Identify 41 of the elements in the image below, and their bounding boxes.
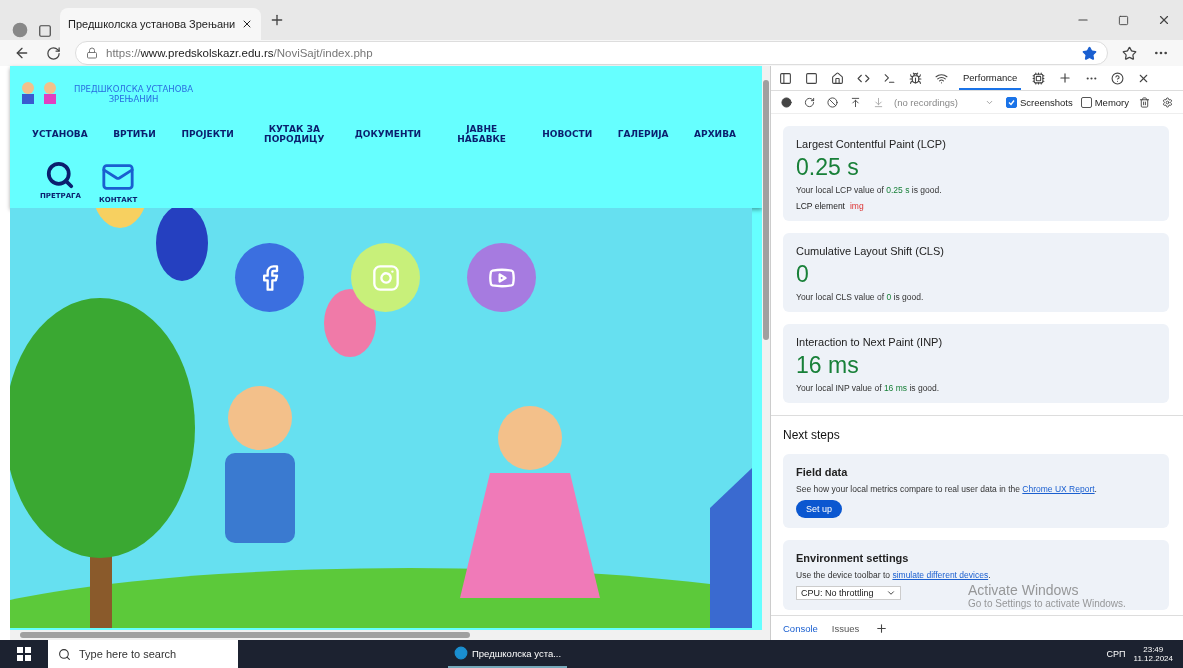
setup-button[interactable]: Set up — [796, 500, 843, 518]
metric-note: Your local INP value of 16 ms is good. — [796, 383, 941, 393]
option-checkbox[interactable]: Screenshots — [1005, 96, 1073, 108]
option-checkbox[interactable]: Memory — [1080, 96, 1129, 108]
element-tag[interactable]: img — [850, 201, 864, 211]
metric-value: 0.25 s — [796, 156, 860, 179]
nav-link[interactable]: ВРТИЋИ — [113, 129, 156, 139]
metric-title: Largest Contentful Paint (LCP) — [796, 138, 947, 150]
element-label: LCP element — [796, 201, 845, 211]
metric-title: Interaction to Next Paint (INP) — [796, 336, 944, 348]
card-title: Environment settings — [796, 552, 910, 564]
card-title: Field data — [796, 466, 849, 478]
site-logo-text[interactable]: ПРЕДШКОЛСКА УСТАНОВА ЗРЕЊАНИН — [74, 84, 194, 104]
metric-note: Your local LCP value of 0.25 s is good. — [796, 185, 943, 195]
card-text: Use the device toolbar to simulate different devices. — [796, 570, 992, 580]
metric-note: Your local CLS value of 0 is good. — [796, 292, 925, 302]
cpu-select[interactable]: CPU: No throttling — [796, 586, 901, 600]
nav-link[interactable]: УСТАНОВА — [32, 129, 88, 139]
tab-title: Предшколска установа Зрењани — [68, 18, 236, 30]
recordings-select[interactable]: (no recordings) — [894, 96, 998, 108]
drawer-tab[interactable]: Issues — [831, 622, 860, 634]
taskbar-search-field[interactable]: Type here to search — [48, 640, 238, 668]
metric-title: Cumulative Layout Shift (CLS) — [796, 245, 945, 257]
section-heading: Next steps — [783, 428, 841, 442]
metric-value: 0 — [796, 263, 810, 286]
nav-link[interactable]: ГАЛЕРИЈА — [617, 129, 669, 139]
metric-value: 16 ms — [796, 354, 860, 377]
clock[interactable]: 23:49 11.12.2024 — [1133, 645, 1173, 663]
browser-tab[interactable]: Предшколска установа Зрењани — [60, 8, 262, 40]
nav-link[interactable]: ЈАВНЕ НАБАВКЕ — [446, 124, 517, 144]
taskbar-app-button[interactable]: Предшколска уста... — [448, 640, 568, 668]
nav-link[interactable]: ДОКУМЕНТИ — [354, 129, 422, 139]
address-field[interactable]: https://www.predskolskazr.edu.rs/NoviSajt/index.php — [75, 41, 1108, 65]
nav-link[interactable]: КУТАК ЗА ПОРОДИЦУ — [259, 124, 330, 144]
card-text: See how your local metrics compare to real user data in the Chrome UX Report. — [796, 484, 1098, 494]
nav-link[interactable]: ПРОЈЕКТИ — [181, 129, 234, 139]
nav-link[interactable]: АРХИВА — [694, 129, 736, 139]
activation-watermark: Activate Windows Go to Settings to activate Windows. — [968, 582, 1126, 609]
drawer-tab[interactable]: Console — [783, 622, 818, 634]
nav-link[interactable]: НОВОСТИ — [542, 129, 593, 139]
language-indicator[interactable]: СРП — [1106, 649, 1126, 659]
